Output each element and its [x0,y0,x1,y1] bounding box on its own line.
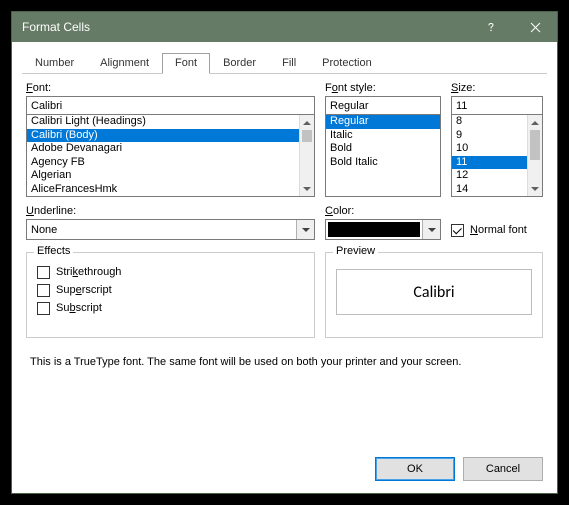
normal-font-label: Normal font [470,224,527,236]
color-swatch [328,222,420,237]
size-item[interactable]: 11 [452,156,527,170]
tab-border[interactable]: Border [210,53,269,74]
preview-group: Preview Calibri [325,252,543,338]
chevron-down-icon[interactable] [422,220,440,239]
size-label: Size: [451,82,543,94]
size-listbox[interactable]: 8 9 10 11 12 14 [451,114,543,197]
tab-alignment[interactable]: Alignment [87,53,162,74]
subscript-label: Subscript [56,302,102,314]
tab-content: Font: Calibri Light (Headings) Calibri (… [12,74,557,368]
strikethrough-checkbox[interactable]: Strikethrough [37,263,304,281]
scrollbar[interactable] [299,115,314,196]
checkbox-icon [37,284,50,297]
size-item[interactable]: 8 [452,115,527,129]
checkbox-icon [37,302,50,315]
style-item[interactable]: Regular [326,115,440,129]
normal-font-checkbox[interactable]: Normal font [451,221,527,239]
size-item[interactable]: 10 [452,142,527,156]
size-item[interactable]: 12 [452,169,527,183]
preview-box: Calibri [336,269,532,315]
effects-legend: Effects [34,245,73,257]
font-style-label: Font style: [325,82,441,94]
footnote: This is a TrueType font. The same font w… [30,356,539,368]
tab-protection[interactable]: Protection [309,53,385,74]
help-icon [485,21,497,33]
tab-number[interactable]: Number [22,53,87,74]
font-item[interactable]: AliceFrancesHmk [27,183,299,197]
font-item[interactable]: Adobe Devanagari [27,142,299,156]
superscript-label: Superscript [56,284,112,296]
underline-combo[interactable]: None [26,219,315,240]
font-item[interactable]: Calibri Light (Headings) [27,115,299,129]
strikethrough-label: Strikethrough [56,266,121,278]
font-style-input[interactable] [325,96,441,115]
scroll-up-icon[interactable] [300,115,314,130]
scroll-thumb[interactable] [302,130,312,142]
checkbox-icon [451,224,464,237]
titlebar[interactable]: Format Cells [12,12,557,42]
font-listbox[interactable]: Calibri Light (Headings) Calibri (Body) … [26,114,315,197]
preview-text: Calibri [413,283,454,302]
tab-fill[interactable]: Fill [269,53,309,74]
font-item[interactable]: Algerian [27,169,299,183]
underline-value: None [27,224,296,236]
ok-button[interactable]: OK [375,457,455,481]
size-item[interactable]: 9 [452,129,527,143]
font-input[interactable] [26,96,315,115]
font-item[interactable]: Agency FB [27,156,299,170]
scroll-down-icon[interactable] [528,181,542,196]
style-item[interactable]: Bold [326,142,440,156]
font-style-listbox[interactable]: Regular Italic Bold Bold Italic [325,114,441,197]
tabstrip: Number Alignment Font Border Fill Protec… [22,52,547,74]
preview-legend: Preview [333,245,378,257]
close-icon [530,22,541,33]
tab-font[interactable]: Font [162,53,210,74]
chevron-down-icon[interactable] [296,220,314,239]
format-cells-dialog: Format Cells Number Alignment Font Borde… [11,11,558,494]
scroll-down-icon[interactable] [300,181,314,196]
underline-label: Underline: [26,205,315,217]
font-item[interactable]: Calibri (Body) [27,129,299,143]
window-title: Format Cells [22,20,469,34]
style-item[interactable]: Bold Italic [326,156,440,170]
size-input[interactable] [451,96,543,115]
superscript-checkbox[interactable]: Superscript [37,281,304,299]
cancel-button[interactable]: Cancel [463,457,543,481]
help-button[interactable] [469,12,513,42]
checkbox-icon [37,266,50,279]
subscript-checkbox[interactable]: Subscript [37,299,304,317]
scroll-up-icon[interactable] [528,115,542,130]
font-label: Font: [26,82,315,94]
color-combo[interactable] [325,219,441,240]
close-button[interactable] [513,12,557,42]
color-label: Color: [325,205,441,217]
scrollbar[interactable] [527,115,542,196]
effects-group: Effects Strikethrough Superscript Subscr… [26,252,315,338]
dialog-buttons: OK Cancel [375,457,543,481]
size-item[interactable]: 14 [452,183,527,197]
style-item[interactable]: Italic [326,129,440,143]
scroll-thumb[interactable] [530,130,540,160]
